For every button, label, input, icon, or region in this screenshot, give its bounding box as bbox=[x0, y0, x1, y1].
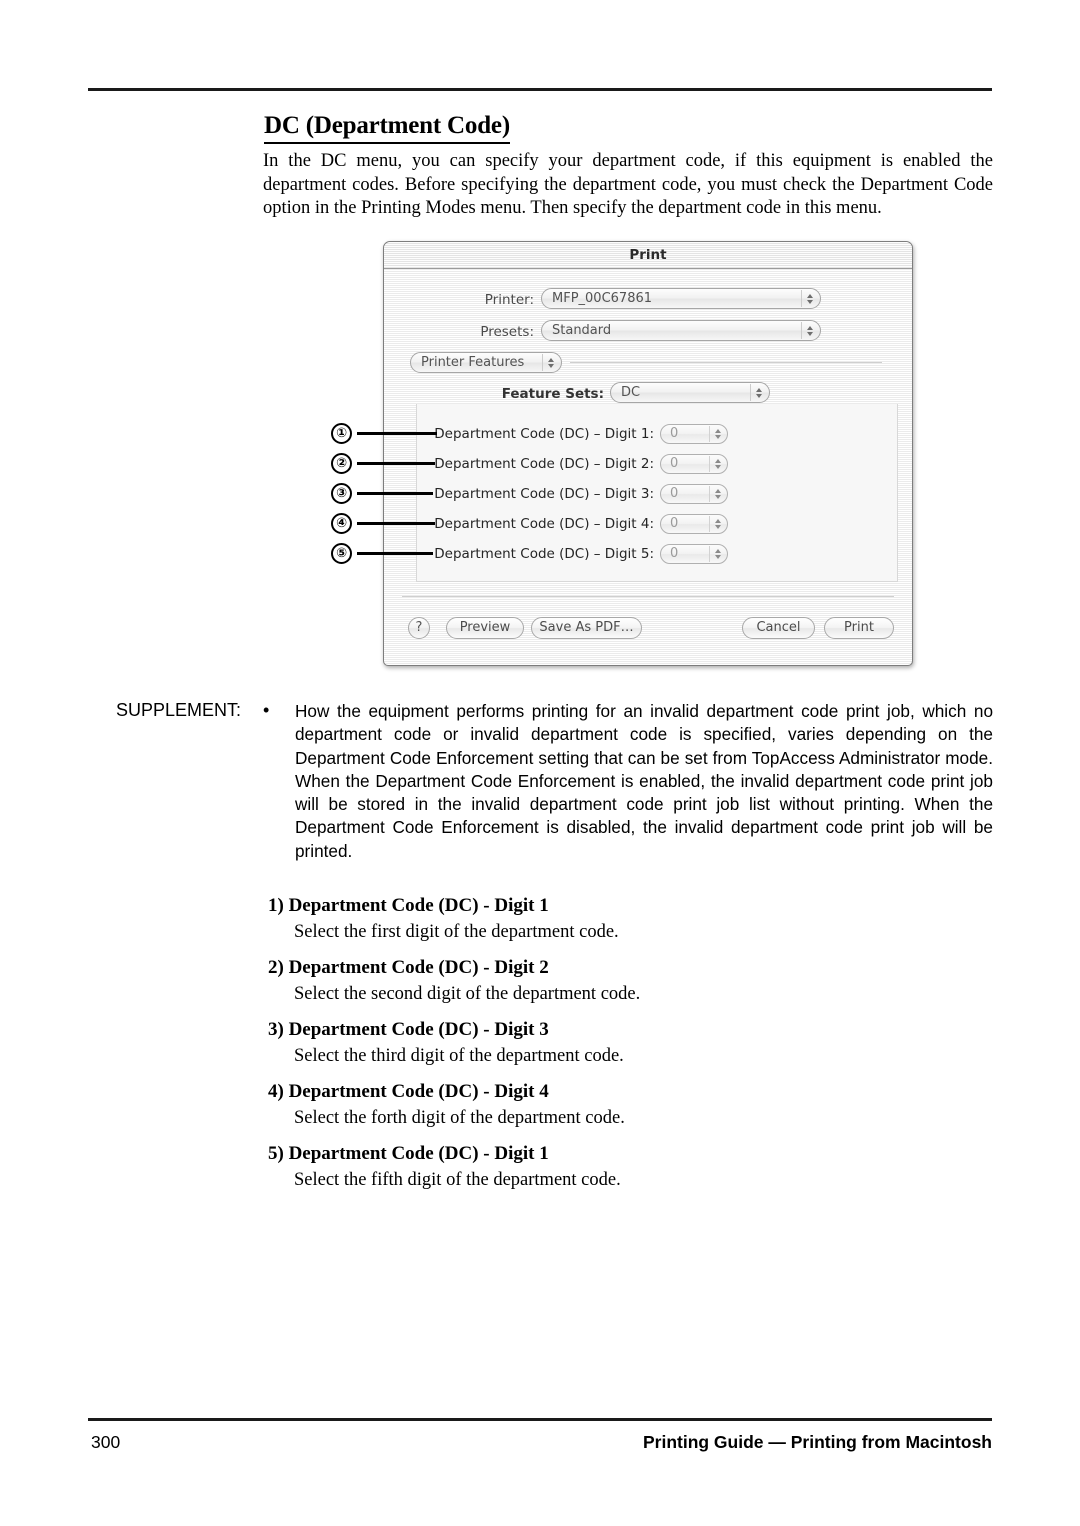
pane-selector-value: Printer Features bbox=[421, 355, 525, 370]
definition-description: Select the first digit of the department… bbox=[294, 922, 619, 942]
definition-item: 2) Department Code (DC) - Digit 2 Select… bbox=[268, 955, 988, 1007]
page-bottom-rule bbox=[88, 1418, 992, 1421]
supplement-text: How the equipment performs printing for … bbox=[295, 701, 993, 861]
preview-button[interactable]: Preview bbox=[446, 617, 524, 639]
pane-selector-popup[interactable]: Printer Features bbox=[410, 352, 562, 373]
presets-label: Presets: bbox=[480, 324, 534, 340]
digit-4-value: 0 bbox=[670, 516, 679, 531]
callout-marker-2: ② bbox=[331, 453, 352, 474]
save-as-pdf-button[interactable]: Save As PDF… bbox=[531, 617, 642, 639]
printer-popup[interactable]: MFP_00C67861 bbox=[541, 288, 821, 309]
print-dialog: Print Printer: MFP_00C67861 Presets: Sta… bbox=[383, 241, 913, 666]
digit-3-label: Department Code (DC) – Digit 3: bbox=[434, 486, 654, 502]
digit-5-label: Department Code (DC) – Digit 5: bbox=[434, 546, 654, 562]
printer-label: Printer: bbox=[484, 292, 534, 308]
presets-popup-value: Standard bbox=[552, 323, 612, 338]
chevron-updown-icon bbox=[750, 384, 766, 401]
stepper-arrows-icon[interactable] bbox=[709, 426, 725, 442]
definition-item: 5) Department Code (DC) - Digit 1 Select… bbox=[268, 1141, 988, 1193]
chevron-updown-icon bbox=[542, 354, 558, 371]
stepper-arrows-icon[interactable] bbox=[709, 516, 725, 532]
feature-sets-label: Feature Sets: bbox=[501, 386, 604, 402]
definition-list: 1) Department Code (DC) - Digit 1 Select… bbox=[268, 893, 988, 1203]
digit-2-label: Department Code (DC) – Digit 2: bbox=[434, 456, 654, 472]
definition-description: Select the third digit of the department… bbox=[294, 1046, 624, 1066]
digit-1-label: Department Code (DC) – Digit 1: bbox=[434, 426, 654, 442]
callout-line-4 bbox=[357, 522, 435, 525]
help-button[interactable]: ? bbox=[408, 617, 430, 639]
supplement-bullet-icon: • bbox=[263, 700, 270, 720]
digit-2-stepper[interactable]: 0 bbox=[660, 454, 728, 474]
chevron-updown-icon bbox=[801, 290, 817, 307]
callout-line-1 bbox=[357, 432, 437, 435]
stepper-arrows-icon[interactable] bbox=[709, 456, 725, 472]
definition-term: 4) Department Code (DC) - Digit 4 bbox=[268, 1081, 549, 1102]
digit-1-value: 0 bbox=[670, 426, 679, 441]
callout-line-2 bbox=[357, 462, 435, 465]
digit-5-stepper[interactable]: 0 bbox=[660, 544, 728, 564]
supplement-label: SUPPLEMENT: bbox=[116, 700, 242, 720]
digit-5-value: 0 bbox=[670, 546, 679, 561]
page-title: DC (Department Code) bbox=[264, 112, 510, 144]
stepper-arrows-icon[interactable] bbox=[709, 546, 725, 562]
page-number: 300 bbox=[91, 1432, 121, 1452]
cancel-button[interactable]: Cancel bbox=[742, 617, 815, 639]
pane-divider bbox=[570, 362, 882, 363]
dialog-title: Print bbox=[629, 247, 667, 263]
digit-4-stepper[interactable]: 0 bbox=[660, 514, 728, 534]
stepper-arrows-icon[interactable] bbox=[709, 486, 725, 502]
feature-sets-value: DC bbox=[621, 385, 641, 400]
definition-description: Select the forth digit of the department… bbox=[294, 1108, 625, 1128]
definition-term: 5) Department Code (DC) - Digit 1 bbox=[268, 1143, 549, 1164]
print-dialog-figure: Print Printer: MFP_00C67861 Presets: Sta… bbox=[383, 241, 913, 666]
digit-3-stepper[interactable]: 0 bbox=[660, 484, 728, 504]
intro-paragraph: In the DC menu, you can specify your dep… bbox=[263, 151, 993, 218]
callout-marker-1: ① bbox=[331, 423, 352, 444]
digit-3-value: 0 bbox=[670, 486, 679, 501]
digit-1-stepper[interactable]: 0 bbox=[660, 424, 728, 444]
callout-marker-5: ⑤ bbox=[331, 543, 352, 564]
callout-line-3 bbox=[357, 492, 433, 495]
definition-term: 3) Department Code (DC) - Digit 3 bbox=[268, 1019, 549, 1040]
definition-description: Select the fifth digit of the department… bbox=[294, 1170, 621, 1190]
definition-term: 1) Department Code (DC) - Digit 1 bbox=[268, 895, 549, 916]
definition-description: Select the second digit of the departmen… bbox=[294, 984, 641, 1004]
dialog-footer-divider bbox=[402, 596, 894, 597]
footer-title: Printing Guide — Printing from Macintosh bbox=[642, 1432, 992, 1452]
definition-item: 4) Department Code (DC) - Digit 4 Select… bbox=[268, 1079, 988, 1131]
digit-4-label: Department Code (DC) – Digit 4: bbox=[434, 516, 654, 532]
digit-2-value: 0 bbox=[670, 456, 679, 471]
feature-sets-popup[interactable]: DC bbox=[610, 382, 770, 403]
definition-item: 3) Department Code (DC) - Digit 3 Select… bbox=[268, 1017, 988, 1069]
definition-term: 2) Department Code (DC) - Digit 2 bbox=[268, 957, 549, 978]
presets-popup[interactable]: Standard bbox=[541, 320, 821, 341]
chevron-updown-icon bbox=[801, 322, 817, 339]
callout-marker-3: ③ bbox=[331, 483, 352, 504]
callout-line-5 bbox=[357, 552, 433, 555]
definition-item: 1) Department Code (DC) - Digit 1 Select… bbox=[268, 893, 988, 945]
page-top-rule bbox=[88, 88, 992, 91]
callout-marker-4: ④ bbox=[331, 513, 352, 534]
printer-popup-value: MFP_00C67861 bbox=[552, 291, 653, 306]
print-button[interactable]: Print bbox=[824, 617, 894, 639]
